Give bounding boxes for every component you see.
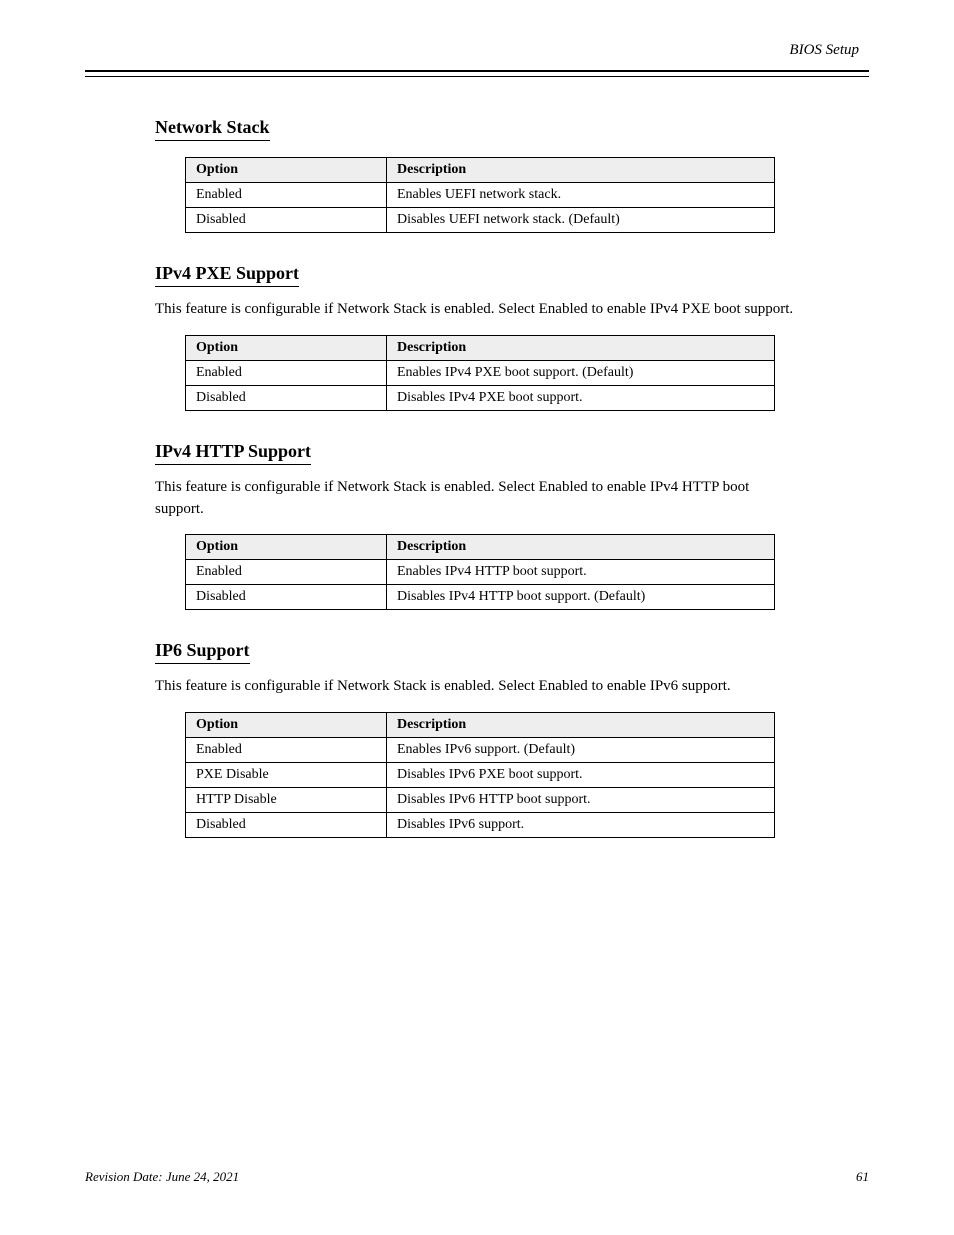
- section-desc: This feature is configurable if Network …: [155, 477, 795, 521]
- desc-cell: Enables IPv6 support. (Default): [387, 738, 775, 763]
- table-header-row: Option Description: [186, 158, 775, 183]
- col-option: Option: [186, 158, 387, 183]
- table-row: HTTP Disable Disables IPv6 HTTP boot sup…: [186, 788, 775, 813]
- opt-cell: Disabled: [186, 385, 387, 410]
- page: BIOS Setup Network Stack Option Descript…: [0, 0, 954, 1235]
- opt-cell: Disabled: [186, 208, 387, 233]
- desc-cell: Disables UEFI network stack. (Default): [387, 208, 775, 233]
- section-network-stack: Network Stack Option Description Enabled…: [155, 117, 869, 233]
- footer: Revision Date: June 24, 2021 61: [85, 1169, 869, 1185]
- table-header-row: Option Description: [186, 713, 775, 738]
- col-option: Option: [186, 535, 387, 560]
- section-title: Network Stack: [155, 117, 270, 141]
- opt-cell: PXE Disable: [186, 763, 387, 788]
- table-row: Enabled Enables IPv6 support. (Default): [186, 738, 775, 763]
- col-description: Description: [387, 158, 775, 183]
- section-title: IP6 Support: [155, 640, 250, 664]
- opt-cell: Enabled: [186, 360, 387, 385]
- desc-cell: Disables IPv4 PXE boot support.: [387, 385, 775, 410]
- section-title: IPv4 HTTP Support: [155, 441, 311, 465]
- desc-cell: Enables IPv4 HTTP boot support.: [387, 560, 775, 585]
- col-option: Option: [186, 335, 387, 360]
- col-description: Description: [387, 535, 775, 560]
- opt-cell: HTTP Disable: [186, 788, 387, 813]
- options-table: Option Description Enabled Enables UEFI …: [185, 157, 775, 233]
- desc-cell: Disables IPv6 support.: [387, 813, 775, 838]
- section-title: IPv4 PXE Support: [155, 263, 299, 287]
- opt-cell: Disabled: [186, 585, 387, 610]
- section-desc: This feature is configurable if Network …: [155, 676, 795, 698]
- table-row: Enabled Enables IPv4 HTTP boot support.: [186, 560, 775, 585]
- desc-cell: Disables IPv4 HTTP boot support. (Defaul…: [387, 585, 775, 610]
- options-table: Option Description Enabled Enables IPv4 …: [185, 335, 775, 411]
- section-ip6: IP6 Support This feature is configurable…: [155, 640, 869, 838]
- section-desc: This feature is configurable if Network …: [155, 299, 795, 321]
- section-ipv4-http: IPv4 HTTP Support This feature is config…: [155, 441, 869, 611]
- opt-cell: Enabled: [186, 183, 387, 208]
- double-rule: [85, 70, 869, 77]
- section-ipv4-pxe: IPv4 PXE Support This feature is configu…: [155, 263, 869, 411]
- table-row: Disabled Disables IPv4 PXE boot support.: [186, 385, 775, 410]
- header-right: BIOS Setup: [789, 42, 859, 59]
- desc-cell: Enables IPv4 PXE boot support. (Default): [387, 360, 775, 385]
- options-table: Option Description Enabled Enables IPv6 …: [185, 712, 775, 838]
- table-header-row: Option Description: [186, 335, 775, 360]
- table-row: Enabled Enables IPv4 PXE boot support. (…: [186, 360, 775, 385]
- footer-page: 61: [856, 1169, 869, 1185]
- table-row: PXE Disable Disables IPv6 PXE boot suppo…: [186, 763, 775, 788]
- desc-cell: Disables IPv6 HTTP boot support.: [387, 788, 775, 813]
- opt-cell: Disabled: [186, 813, 387, 838]
- col-option: Option: [186, 713, 387, 738]
- footer-revision: Revision Date: June 24, 2021: [85, 1169, 239, 1185]
- table-header-row: Option Description: [186, 535, 775, 560]
- table-row: Disabled Disables UEFI network stack. (D…: [186, 208, 775, 233]
- desc-cell: Disables IPv6 PXE boot support.: [387, 763, 775, 788]
- col-description: Description: [387, 335, 775, 360]
- table-row: Enabled Enables UEFI network stack.: [186, 183, 775, 208]
- col-description: Description: [387, 713, 775, 738]
- table-row: Disabled Disables IPv4 HTTP boot support…: [186, 585, 775, 610]
- opt-cell: Enabled: [186, 560, 387, 585]
- desc-cell: Enables UEFI network stack.: [387, 183, 775, 208]
- opt-cell: Enabled: [186, 738, 387, 763]
- table-row: Disabled Disables IPv6 support.: [186, 813, 775, 838]
- options-table: Option Description Enabled Enables IPv4 …: [185, 534, 775, 610]
